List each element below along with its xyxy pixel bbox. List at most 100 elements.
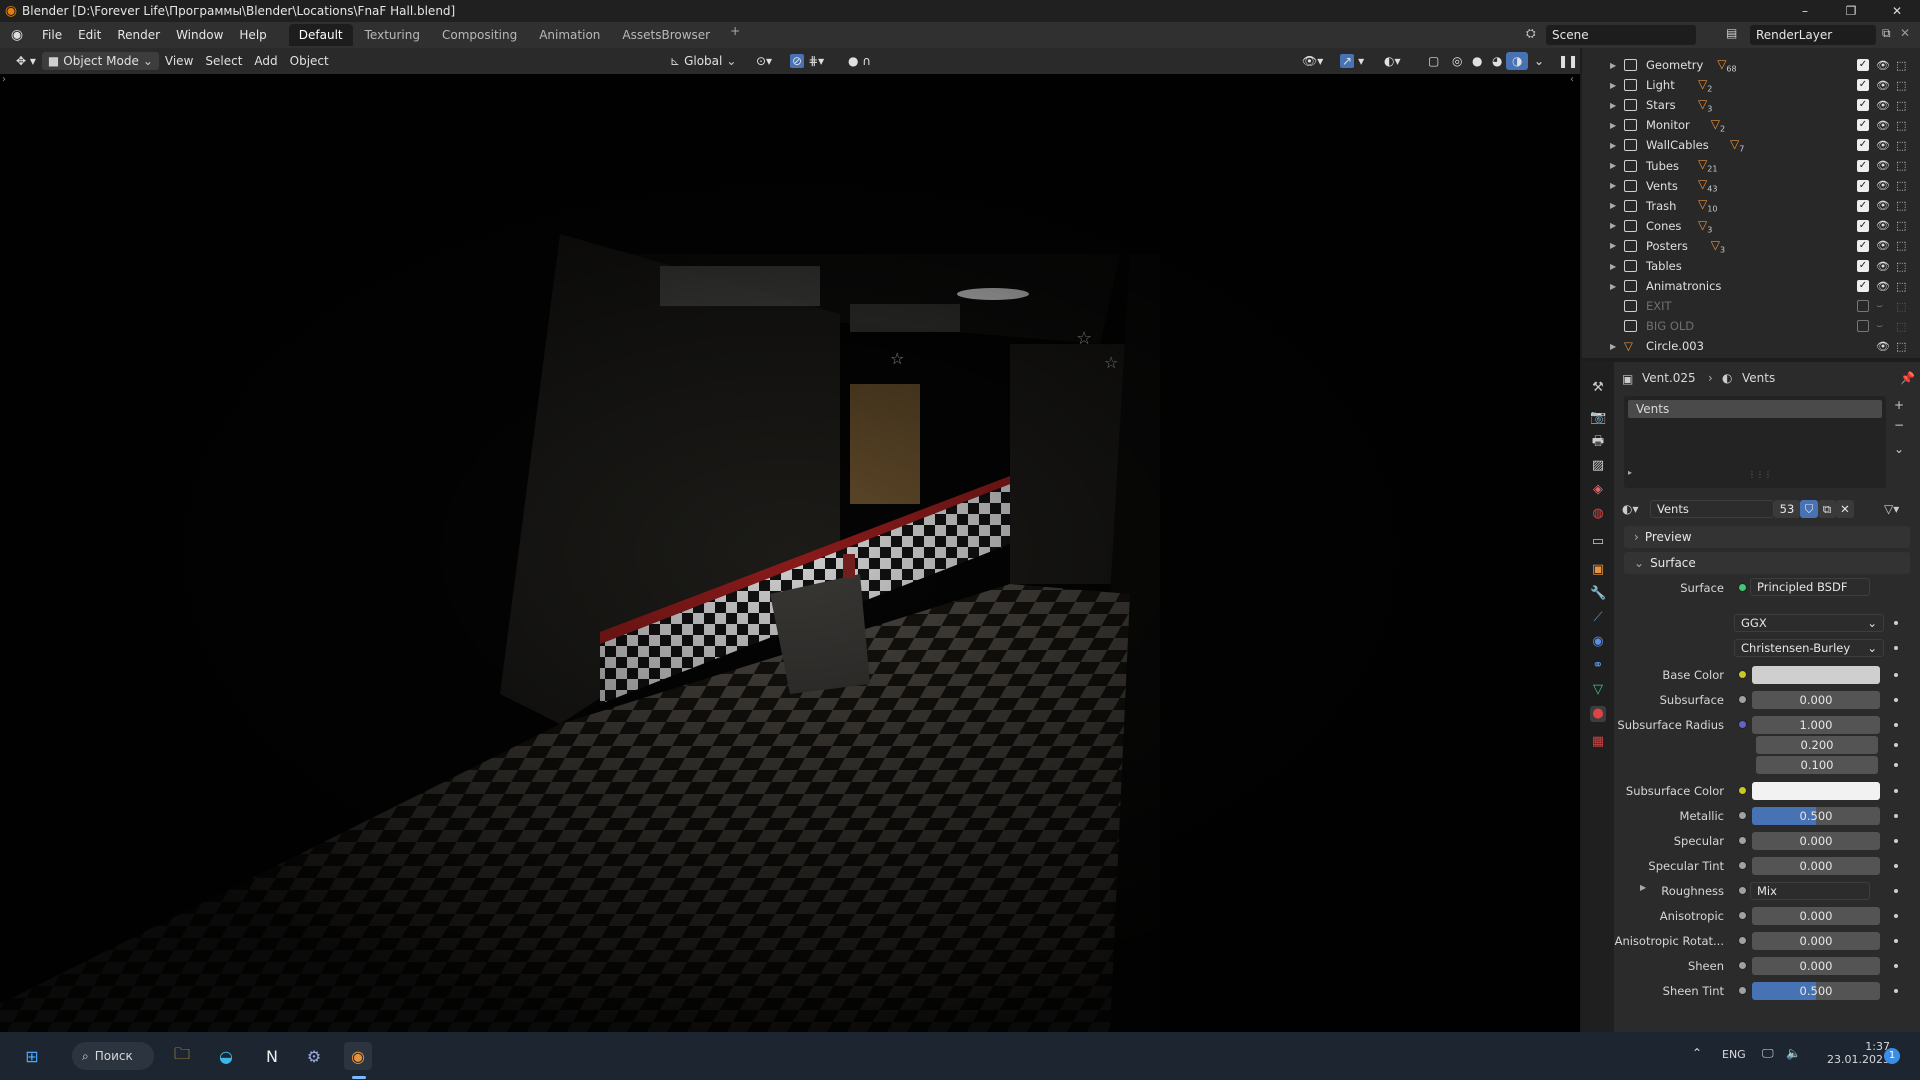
camera-icon[interactable]: ⬚ xyxy=(1896,159,1906,172)
expand-arrow-icon[interactable]: ▶ xyxy=(1610,161,1616,170)
pin-icon[interactable]: 📌 xyxy=(1900,371,1915,385)
animate-dot-icon[interactable] xyxy=(1894,763,1898,767)
camera-icon[interactable]: ⬚ xyxy=(1896,219,1906,232)
expand-arrow-icon[interactable]: ▶ xyxy=(1610,61,1616,70)
eye-icon[interactable]: 👁 xyxy=(1876,340,1890,353)
modifier-tab-icon[interactable]: 🔧 xyxy=(1590,586,1606,602)
tab-texturing[interactable]: Texturing xyxy=(355,24,430,46)
camera-icon[interactable]: ⬚ xyxy=(1896,99,1906,112)
animate-dot-icon[interactable] xyxy=(1894,789,1898,793)
property-value-field[interactable]: 0.000 xyxy=(1752,957,1880,975)
menu-view[interactable]: View xyxy=(159,52,199,70)
outliner-item-name[interactable]: EXIT xyxy=(1646,299,1672,313)
property-value-field[interactable]: 0.000 xyxy=(1752,691,1880,709)
overlays-icon[interactable]: ◐▾ xyxy=(1378,52,1407,70)
outliner-row[interactable]: ▶ Tubes ▽21 ✓ 👁 ⬚ xyxy=(1582,156,1920,176)
eye-icon[interactable]: 👁 xyxy=(1876,179,1890,192)
exclude-checkbox[interactable]: ✓ xyxy=(1857,179,1869,192)
property-value-field[interactable] xyxy=(1752,782,1880,800)
exclude-checkbox[interactable]: ✓ xyxy=(1857,119,1869,132)
outliner-item-name[interactable]: Animatronics xyxy=(1646,279,1721,293)
visibility-icon[interactable]: 👁▾ xyxy=(1296,52,1329,70)
animate-dot-icon[interactable] xyxy=(1894,743,1898,747)
menu-file[interactable]: File xyxy=(34,28,70,42)
outliner-row[interactable]: ▶ Trash ▽10 ✓ 👁 ⬚ xyxy=(1582,196,1920,216)
animate-dot-icon[interactable] xyxy=(1894,939,1898,943)
menu-object[interactable]: Object xyxy=(284,52,335,70)
material-slot-list[interactable]: Vents ▸ ⋮⋮⋮ xyxy=(1624,396,1886,488)
expand-arrow-icon[interactable]: ▶ xyxy=(1610,221,1616,230)
outliner-item-name[interactable]: Monitor xyxy=(1646,118,1690,132)
property-value-field[interactable] xyxy=(1752,666,1880,684)
camera-icon[interactable]: ⬚ xyxy=(1896,79,1906,92)
exclude-checkbox[interactable]: ✓ xyxy=(1857,139,1869,152)
animate-dot-icon[interactable] xyxy=(1894,621,1898,625)
eye-icon[interactable]: 👁 xyxy=(1876,79,1890,92)
eye-icon[interactable]: 👁 xyxy=(1876,119,1890,132)
eye-closed-icon[interactable]: ⌣ xyxy=(1876,319,1883,333)
fake-user-icon[interactable]: ⛉ xyxy=(1800,500,1818,518)
material-tab-icon[interactable]: ● xyxy=(1590,706,1606,722)
input-socket-icon[interactable] xyxy=(1738,986,1747,995)
edge-browser-icon[interactable]: ◒ xyxy=(212,1042,240,1070)
animate-dot-icon[interactable] xyxy=(1894,723,1898,727)
animate-dot-icon[interactable] xyxy=(1894,673,1898,677)
proportional-edit-icon[interactable]: ● ∩ xyxy=(842,52,877,70)
expand-arrow-icon[interactable]: ▶ xyxy=(1610,141,1616,150)
exclude-checkbox[interactable]: ✓ xyxy=(1857,239,1869,252)
scene-tab-icon[interactable]: ◈ xyxy=(1590,482,1606,498)
exclude-checkbox[interactable]: ✓ xyxy=(1857,219,1869,232)
camera-icon[interactable]: ⬚ xyxy=(1896,239,1906,252)
outliner-item-name[interactable]: Tubes xyxy=(1646,159,1679,173)
property-value-field[interactable]: 1.000 xyxy=(1752,716,1880,734)
maximize-button[interactable]: ❐ xyxy=(1828,0,1874,22)
view-layer-selector[interactable]: RenderLayer xyxy=(1750,25,1876,45)
browse-material-icon[interactable]: ◐▾ xyxy=(1622,502,1639,516)
menu-edit[interactable]: Edit xyxy=(70,28,109,42)
new-view-layer-icon[interactable]: ⧉ xyxy=(1882,26,1891,41)
camera-icon[interactable]: ⬚ xyxy=(1896,59,1906,72)
blender-taskbar-icon[interactable]: ◉ xyxy=(344,1042,372,1070)
exclude-checkbox[interactable]: ✓ xyxy=(1857,260,1869,272)
eye-icon[interactable]: 👁 xyxy=(1876,280,1890,293)
outliner-item-name[interactable]: Circle.003 xyxy=(1646,339,1704,353)
input-socket-icon[interactable] xyxy=(1738,836,1747,845)
material-name-field[interactable]: Vents xyxy=(1650,500,1774,518)
expand-arrow-icon[interactable]: ▶ xyxy=(1610,101,1616,110)
input-socket-icon[interactable] xyxy=(1738,911,1747,920)
outliner-item-name[interactable]: Cones xyxy=(1646,219,1681,233)
camera-icon[interactable]: ⬚ xyxy=(1896,320,1906,333)
animate-dot-icon[interactable] xyxy=(1894,814,1898,818)
unlink-material-icon[interactable]: ✕ xyxy=(1836,500,1854,518)
sidebar-expand-icon[interactable]: ‹ xyxy=(1570,74,1574,85)
exclude-checkbox[interactable] xyxy=(1857,300,1869,313)
expand-arrow-icon[interactable]: ▶ xyxy=(1610,262,1616,271)
input-socket-icon[interactable] xyxy=(1738,811,1747,820)
property-value-field[interactable]: 0.500 xyxy=(1752,982,1880,1000)
surface-shader-selector[interactable]: Principled BSDF xyxy=(1750,578,1870,596)
outliner-item-name[interactable]: Posters xyxy=(1646,239,1688,253)
eye-closed-icon[interactable]: ⌣ xyxy=(1876,299,1883,313)
camera-icon[interactable]: ⬚ xyxy=(1896,300,1906,313)
linked-node-field[interactable]: Mix xyxy=(1750,882,1870,900)
steam-icon[interactable]: ⚙ xyxy=(300,1042,328,1070)
animate-dot-icon[interactable] xyxy=(1894,914,1898,918)
outliner-row[interactable]: ▶ Cones ▽3 ✓ 👁 ⬚ xyxy=(1582,216,1920,236)
outliner-row[interactable]: ▶ WallCables ▽7 ✓ 👁 ⬚ xyxy=(1582,135,1920,155)
input-socket-icon[interactable] xyxy=(1738,886,1747,895)
menu-render[interactable]: Render xyxy=(109,28,168,42)
outliner-row[interactable]: ▶ Vents ▽43 ✓ 👁 ⬚ xyxy=(1582,176,1920,196)
remove-view-layer-icon[interactable]: ✕ xyxy=(1900,26,1910,40)
camera-icon[interactable]: ⬚ xyxy=(1896,280,1906,293)
camera-icon[interactable]: ⬚ xyxy=(1896,179,1906,192)
exclude-checkbox[interactable]: ✓ xyxy=(1857,280,1869,293)
input-socket-icon[interactable] xyxy=(1738,695,1747,704)
eye-icon[interactable]: 👁 xyxy=(1876,239,1890,252)
expand-arrow-icon[interactable]: ▶ xyxy=(1610,241,1616,250)
add-workspace-icon[interactable]: + xyxy=(722,24,748,46)
expand-arrow-icon[interactable]: ▶ xyxy=(1610,181,1616,190)
eye-icon[interactable]: 👁 xyxy=(1876,139,1890,152)
notion-icon[interactable]: N xyxy=(258,1042,286,1070)
outliner-row[interactable]: ▶ Geometry ▽68 ✓ 👁 ⬚ xyxy=(1582,55,1920,75)
outliner-item-name[interactable]: BIG OLD xyxy=(1646,319,1694,333)
